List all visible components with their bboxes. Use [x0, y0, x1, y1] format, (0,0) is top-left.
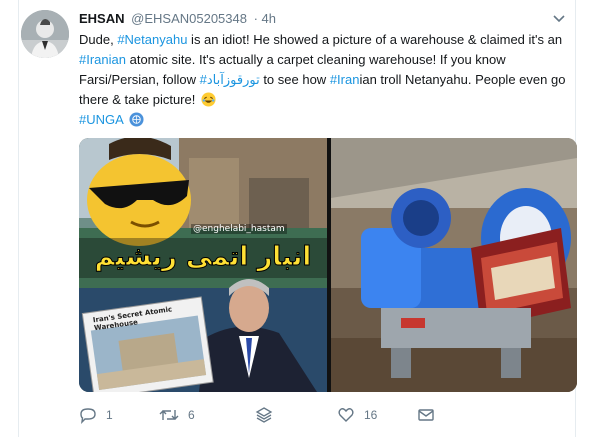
like-count: 16	[364, 408, 378, 422]
text-segment: to see how	[259, 72, 330, 87]
hashtag-link[interactable]: #UNGA	[79, 112, 123, 127]
reply-icon	[80, 408, 96, 424]
text-segment: Dude,	[79, 32, 118, 47]
display-name[interactable]: EHSAN	[79, 11, 125, 26]
avatar[interactable]	[21, 10, 69, 58]
action-bar: 1 6 16	[79, 402, 519, 428]
tweet-header: EHSAN @EHSAN05205348 · 4h	[79, 10, 276, 28]
hashtag-link[interactable]: #Iran	[330, 72, 360, 87]
tweet-card: EHSAN @EHSAN05205348 · 4h Dude, #Netanya…	[18, 0, 577, 437]
hashtag-link[interactable]: #Netanyahu	[117, 32, 187, 47]
chevron-down-icon[interactable]	[551, 10, 567, 26]
timestamp[interactable]: · 4h	[254, 11, 276, 26]
retweet-button[interactable]: 6	[159, 402, 195, 428]
reply-count: 1	[106, 408, 113, 422]
hashtag-link[interactable]: #تورقوزآباد	[200, 72, 260, 87]
laughing-emoji-icon	[201, 92, 216, 107]
message-icon	[418, 409, 434, 421]
direct-message-button[interactable]	[417, 402, 444, 428]
reply-button[interactable]: 1	[79, 402, 113, 428]
user-handle[interactable]: @EHSAN05205348	[131, 11, 247, 26]
tweet-text: Dude, #Netanyahu is an idiot! He showed …	[79, 30, 569, 130]
hashtag-link[interactable]: #Iranian	[79, 52, 126, 67]
retweet-count: 6	[188, 408, 195, 422]
tweet-media[interactable]: @enghelabi_hastam انبار اتمی ریشیم Iran'…	[79, 138, 577, 392]
un-emoji-icon	[129, 112, 144, 127]
media-image-right[interactable]	[331, 138, 577, 392]
like-icon	[338, 408, 354, 422]
text-segment: is an idiot! He showed a picture of a wa…	[187, 32, 563, 47]
layers-icon	[255, 407, 273, 423]
like-button[interactable]: 16	[337, 402, 377, 428]
media-image-left[interactable]: @enghelabi_hastam انبار اتمی ریشیم Iran'…	[79, 138, 327, 392]
retweet-icon	[159, 410, 179, 420]
layers-button[interactable]	[255, 402, 282, 428]
